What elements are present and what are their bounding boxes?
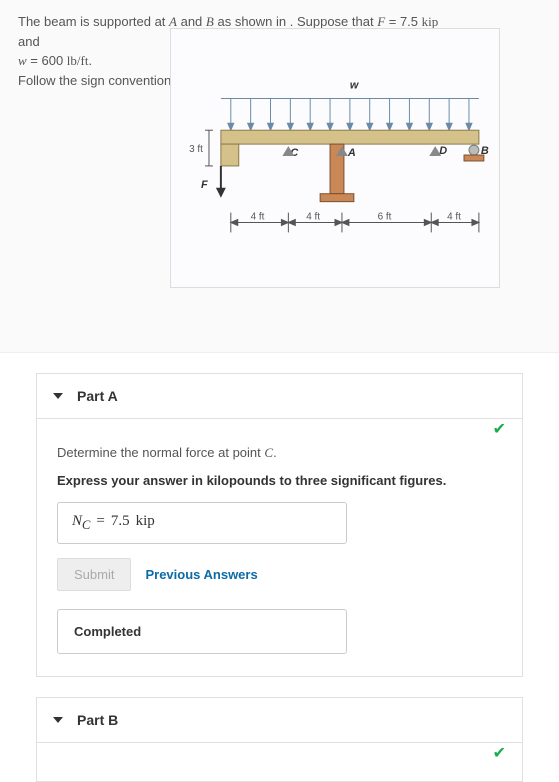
dim-2: 6 ft <box>378 212 392 223</box>
part-a-body: ✔ Determine the normal force at point C.… <box>37 418 522 676</box>
caret-down-icon <box>53 717 63 723</box>
previous-answers-link[interactable]: Previous Answers <box>145 567 257 582</box>
answer-eq: = <box>96 513 104 530</box>
ans-C: C <box>82 518 90 532</box>
dim-3: 4 ft <box>447 212 461 223</box>
part-a-title: Part A <box>77 388 118 404</box>
var-B: B <box>206 14 214 29</box>
period: . <box>88 53 92 68</box>
text-post: as shown in . Suppose that <box>214 14 377 29</box>
unit-kip: kip <box>422 14 439 29</box>
q-post: . <box>273 445 277 460</box>
problem-lines-left: and w = 600 lb/ft. Follow the sign conve… <box>18 32 175 91</box>
text-weq: = 600 <box>27 53 67 68</box>
status-completed: Completed <box>57 609 347 654</box>
text-and: and <box>18 34 40 49</box>
ans-N: N <box>72 513 82 529</box>
dim-0: 4 ft <box>251 212 265 223</box>
text-mid: and <box>177 14 206 29</box>
text-eq: = 7.5 <box>385 14 422 29</box>
beam-figure: w C A D B <box>170 28 500 288</box>
button-row: Submit Previous Answers <box>57 558 502 591</box>
part-b-body: ✔ <box>37 742 522 781</box>
var-A: A <box>169 14 177 29</box>
dim-1: 4 ft <box>306 212 320 223</box>
dim-3ft: 3 ft <box>189 144 203 155</box>
var-F: F <box>377 14 385 29</box>
part-a-header[interactable]: Part A <box>37 374 522 418</box>
figure-svg: w C A D B <box>171 29 499 287</box>
part-b-header[interactable]: Part B <box>37 698 522 742</box>
caret-down-icon <box>53 393 63 399</box>
part-a-block: Part A ✔ Determine the normal force at p… <box>36 373 523 677</box>
part-b-block: Part B ✔ <box>36 697 523 782</box>
answer-display: NC = 7.5 kip <box>57 502 347 544</box>
submit-button[interactable]: Submit <box>57 558 131 591</box>
part-b-title: Part B <box>77 712 118 728</box>
text-pre: The beam is supported at <box>18 14 169 29</box>
q-var: C <box>264 445 273 460</box>
label-A: A <box>347 147 356 159</box>
part-a-instruction: Express your answer in kilopounds to thr… <box>57 473 502 488</box>
var-w: w <box>18 53 27 68</box>
part-a-question: Determine the normal force at point C. <box>57 445 502 461</box>
answer-unit: kip <box>136 513 155 530</box>
answer-value: 7.5 <box>111 513 130 530</box>
label-F: F <box>201 179 208 191</box>
q-pre: Determine the normal force at point <box>57 445 264 460</box>
unit-lbft: lb/ft <box>67 53 89 68</box>
checkmark-icon: ✔ <box>493 419 506 439</box>
problem-statement: The beam is supported at A and B as show… <box>0 0 559 353</box>
label-B: B <box>481 145 489 157</box>
text-follow: Follow the sign convention. <box>18 73 175 88</box>
label-w: w <box>350 80 360 92</box>
answer-symbol: NC <box>72 513 90 533</box>
checkmark-icon: ✔ <box>493 743 506 763</box>
